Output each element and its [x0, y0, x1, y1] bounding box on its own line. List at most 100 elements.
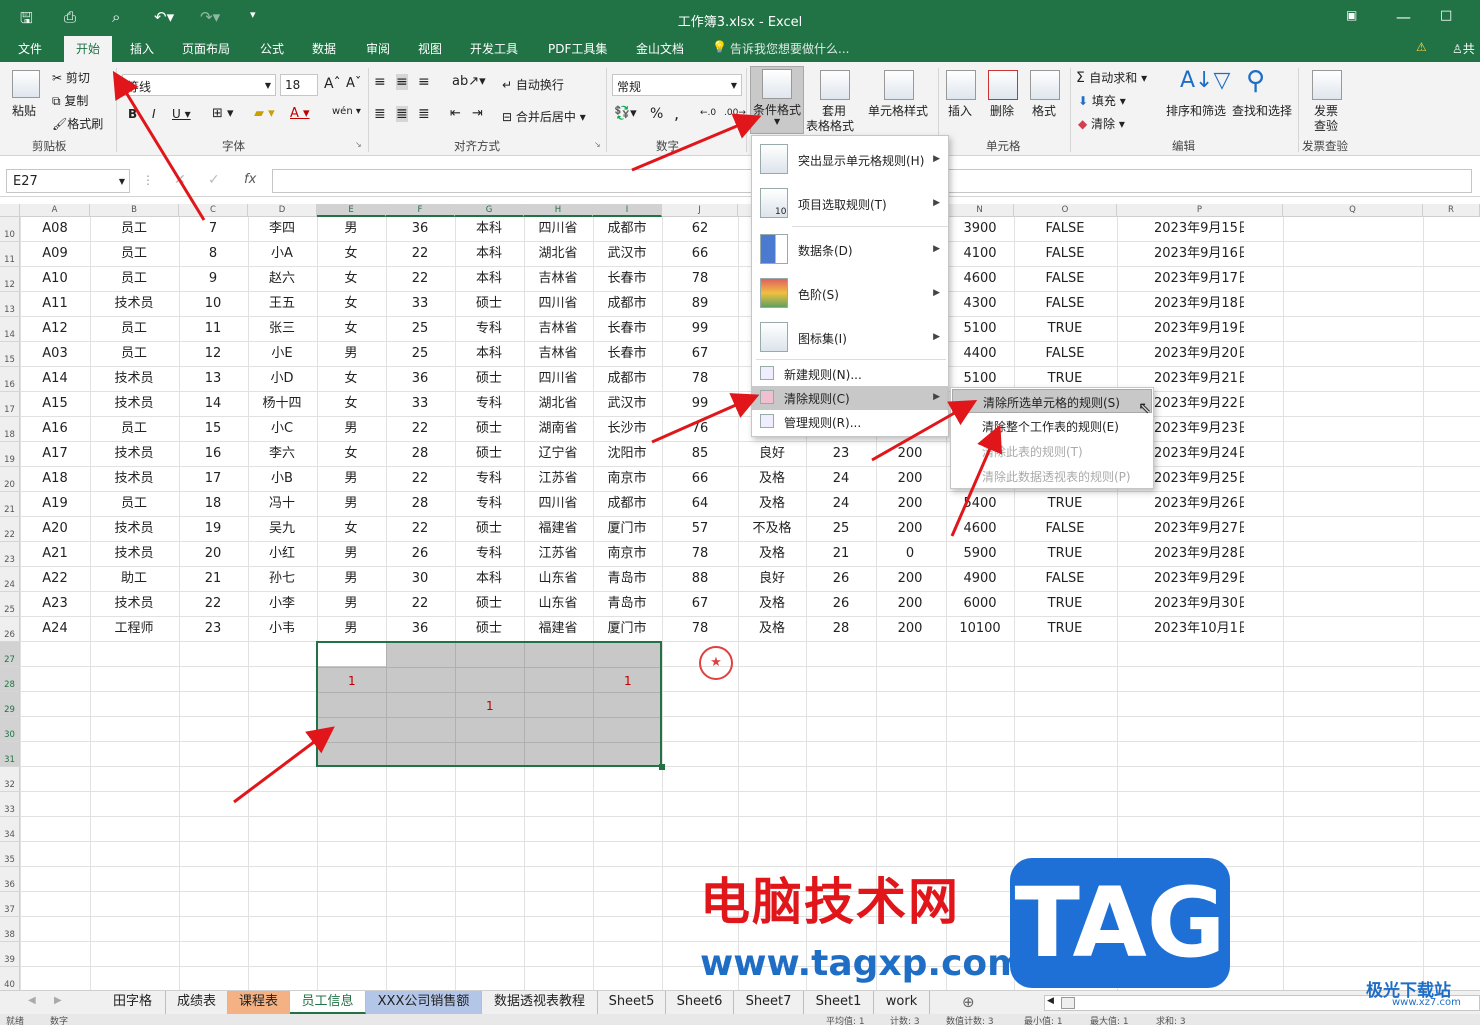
conditional-format-button[interactable]: 条件格式 ▼	[750, 66, 804, 134]
column-header[interactable]: A	[20, 204, 90, 217]
menu-item-clear-entire-sheet[interactable]: 清除整个工作表的规则(E)	[951, 414, 1153, 438]
delete-cells-label[interactable]: 删除	[990, 102, 1014, 119]
scroll-right-icon[interactable]: ▶	[54, 995, 62, 1006]
row-header[interactable]: 35	[0, 842, 20, 867]
tab-view[interactable]: 视图	[418, 40, 442, 57]
cell[interactable]: 5400	[935, 492, 1025, 516]
maximize-icon[interactable]: □	[1440, 8, 1452, 23]
menu-item-new-rule[interactable]: 新建规则(N)...	[752, 362, 948, 386]
cell[interactable]: 67	[655, 342, 745, 366]
sheet-tab[interactable]: Sheet5	[598, 991, 666, 1014]
format-cells-icon[interactable]	[1030, 70, 1060, 100]
row-header[interactable]: 30	[0, 717, 20, 742]
cell[interactable]: 员工	[89, 417, 179, 441]
cell[interactable]: 2023年9月20日	[1154, 342, 1244, 366]
sheet-tab[interactable]: 员工信息	[290, 991, 366, 1014]
paste-icon[interactable]	[12, 70, 40, 98]
menu-item-top-bottom-rules[interactable]: 10 项目选取规则(T) ▶	[752, 182, 948, 224]
cell[interactable]: A20	[10, 517, 100, 541]
delete-cells-icon[interactable]	[988, 70, 1018, 100]
cell[interactable]: 技术员	[89, 542, 179, 566]
tab-insert[interactable]: 插入	[130, 40, 154, 57]
cell[interactable]: 技术员	[89, 392, 179, 416]
cell[interactable]: 2023年9月26日	[1154, 492, 1244, 516]
cell[interactable]: FALSE	[1020, 292, 1110, 316]
cell[interactable]: 2023年9月27日	[1154, 517, 1244, 541]
column-header[interactable]: R	[1423, 204, 1480, 217]
merge-center-button[interactable]: ⊟ 合并后居中 ▾	[502, 108, 586, 125]
tab-data[interactable]: 数据	[312, 40, 336, 57]
column-header[interactable]: E	[317, 204, 386, 217]
font-color-icon[interactable]: A ▾	[290, 106, 310, 121]
sheet-tab[interactable]: XXX公司销售额	[366, 991, 482, 1014]
tab-review[interactable]: 审阅	[366, 40, 390, 57]
cell[interactable]: A15	[10, 392, 100, 416]
select-all-corner[interactable]	[0, 204, 20, 217]
sort-filter-icon[interactable]: A↓▽	[1180, 68, 1230, 93]
column-header[interactable]: B	[90, 204, 179, 217]
increase-decimal-icon[interactable]: ←.0	[700, 108, 716, 118]
cell[interactable]: 员工	[89, 492, 179, 516]
cell[interactable]: 2023年9月29日	[1154, 567, 1244, 591]
menu-item-highlight-rules[interactable]: 突出显示单元格规则(H) ▶	[752, 138, 948, 180]
cell[interactable]: 200	[865, 442, 955, 466]
insert-cells-label[interactable]: 插入	[948, 102, 972, 119]
format-as-table-label-2[interactable]: 表格格式	[806, 117, 854, 134]
cell[interactable]: 200	[865, 467, 955, 491]
menu-item-manage-rules[interactable]: 管理规则(R)...	[752, 410, 948, 434]
menu-item-clear-rules[interactable]: 清除规则(C) ▶	[752, 386, 948, 410]
cell[interactable]: 2023年9月23日	[1154, 417, 1244, 441]
align-middle-icon[interactable]: ≡	[396, 74, 408, 90]
cell[interactable]: 2023年9月25日	[1154, 467, 1244, 491]
bold-icon[interactable]: B	[128, 107, 137, 121]
fill-button[interactable]: ⬇ 填充 ▾	[1078, 92, 1126, 109]
align-bottom-icon[interactable]: ≡	[418, 74, 430, 90]
warning-icon[interactable]: ⚠	[1416, 40, 1427, 54]
row-header[interactable]: 36	[0, 867, 20, 892]
sheet-tab[interactable]: Sheet7	[734, 991, 804, 1014]
column-header[interactable]: I	[593, 204, 662, 217]
decrease-decimal-icon[interactable]: .00→	[724, 108, 746, 118]
sheet-tab[interactable]: Sheet6	[666, 991, 734, 1014]
cell[interactable]: 技术员	[89, 367, 179, 391]
scroll-left-icon[interactable]: ◀	[1047, 996, 1054, 1006]
cell[interactable]: 78	[655, 267, 745, 291]
cell[interactable]: 5900	[935, 542, 1025, 566]
cell[interactable]: A23	[10, 592, 100, 616]
cell[interactable]: FALSE	[1020, 217, 1110, 241]
cell[interactable]: 99	[655, 392, 745, 416]
cell[interactable]: A12	[10, 317, 100, 341]
cell[interactable]: 62	[655, 217, 745, 241]
cell[interactable]: 6000	[935, 592, 1025, 616]
row-header[interactable]: 28	[0, 667, 20, 692]
cell[interactable]: A24	[10, 617, 100, 641]
cell[interactable]: TRUE	[1020, 317, 1110, 341]
copy-button[interactable]: ⧉ 复制	[52, 92, 88, 109]
cell[interactable]: A11	[10, 292, 100, 316]
cell[interactable]: 2023年9月17日	[1154, 267, 1244, 291]
cell[interactable]: 助工	[89, 567, 179, 591]
column-header[interactable]: Q	[1283, 204, 1423, 217]
cell[interactable]: 2023年10月1日	[1154, 617, 1244, 641]
column-header[interactable]: P	[1117, 204, 1283, 217]
clear-button[interactable]: ◆ 清除 ▾	[1078, 115, 1125, 132]
cell[interactable]: A08	[10, 217, 100, 241]
sheet-tab[interactable]: 成绩表	[166, 991, 228, 1014]
cell[interactable]: 员工	[89, 217, 179, 241]
fill-handle[interactable]	[659, 764, 665, 770]
cell[interactable]: FALSE	[1020, 342, 1110, 366]
cell[interactable]: 技术员	[89, 292, 179, 316]
cell[interactable]: A16	[10, 417, 100, 441]
sheet-tab[interactable]: 数据透视表教程	[482, 991, 598, 1014]
dialog-launcher-icon[interactable]: ↘	[594, 140, 601, 149]
cell[interactable]: TRUE	[1020, 592, 1110, 616]
column-header[interactable]: D	[248, 204, 317, 217]
row-header[interactable]: 38	[0, 917, 20, 942]
cell[interactable]: 2023年9月19日	[1154, 317, 1244, 341]
cell[interactable]: 10100	[935, 617, 1025, 641]
cell[interactable]: 66	[655, 242, 745, 266]
cell[interactable]: 78	[655, 367, 745, 391]
cell[interactable]: A09	[10, 242, 100, 266]
autosum-button[interactable]: Σ 自动求和 ▾	[1076, 69, 1147, 86]
find-select-label[interactable]: 查找和选择	[1232, 102, 1292, 119]
